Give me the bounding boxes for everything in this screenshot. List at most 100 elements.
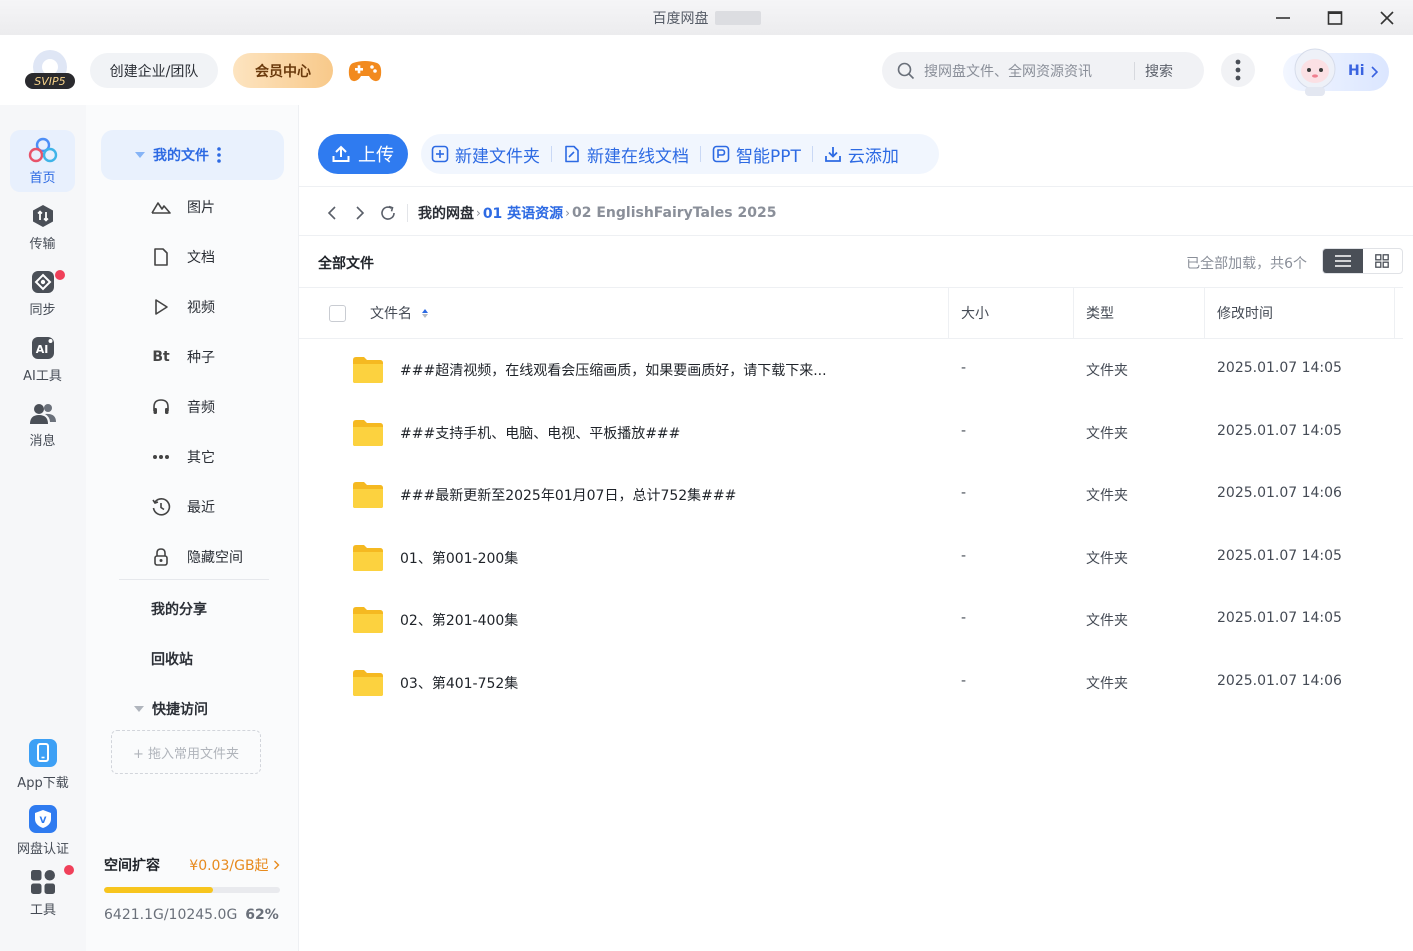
forward-button[interactable] [347,201,373,225]
document-icon [150,246,172,268]
tools-notification-dot [64,865,74,875]
rail-item-verify[interactable]: V 网盘认证 [10,799,76,861]
assistant-avatar [1288,45,1342,97]
table-row[interactable]: ###超清视频，在线观看会压缩画质，如果要画质好，请下载下来... - 文件夹 202… [299,339,1403,401]
column-header-time[interactable]: 修改时间 [1217,288,1273,338]
refresh-button[interactable] [375,201,401,225]
breadcrumb-level1[interactable]: 01 英语资源 [483,203,563,223]
headphones-icon [150,396,172,418]
rail-item-ai-tools[interactable]: AI AI工具 [10,328,75,390]
category-label: 最近 [187,500,215,516]
column-header-type[interactable]: 类型 [1086,288,1114,338]
toolbar-divider-line [299,186,1413,187]
file-name[interactable]: 01、第001-200集 [400,548,518,568]
search-input[interactable] [924,62,1134,79]
minimize-button[interactable] [1257,0,1309,35]
new-folder-icon [431,145,449,163]
back-button[interactable] [319,201,345,225]
history-icon [150,496,172,518]
table-row[interactable]: 03、第401-752集 - 文件夹 2025.01.07 14:06 [299,652,1403,714]
table-row[interactable]: 02、第201-400集 - 文件夹 2025.01.07 14:05 [299,589,1403,651]
close-button[interactable] [1361,0,1413,35]
file-modified-time: 2025.01.07 14:05 [1217,360,1342,376]
column-header-name[interactable]: 文件名 [370,288,428,338]
storage-usage-fill [104,887,214,893]
maximize-icon [1327,10,1343,25]
rail-item-home[interactable]: 首页 [10,130,75,192]
file-name[interactable]: ###最新更新至2025年01月07日，总计752集### [400,485,736,505]
storage-expand-price-link[interactable]: ¥0.03/GB起 [189,855,280,875]
create-enterprise-button[interactable]: 创建企业/团队 [90,53,218,88]
table-row[interactable]: 01、第001-200集 - 文件夹 2025.01.07 14:05 [299,527,1403,589]
new-folder-button[interactable]: 新建文件夹 [431,142,540,167]
sidebar-item-audio[interactable]: 音频 [150,392,215,422]
file-name[interactable]: ###支持手机、电脑、电视、平板播放### [400,423,680,443]
sidebar-item-recycle-bin[interactable]: 回收站 [151,649,193,669]
rail-item-label: 消息 [29,433,56,449]
upload-button[interactable]: 上传 [318,134,408,174]
grid-view-button[interactable] [1363,249,1403,273]
sidebar-item-quick-access[interactable]: 快捷访问 [134,699,208,719]
new-online-doc-button[interactable]: 新建在线文档 [563,142,689,167]
table-row[interactable]: ###支持手机、电脑、电视、平板播放### - 文件夹 2025.01.07 14:0… [299,402,1403,464]
rail-item-app-download[interactable]: App下载 [10,733,76,795]
table-row[interactable]: ###最新更新至2025年01月07日，总计752集### - 文件夹 2025.01… [299,464,1403,526]
toolbar-divider [811,146,813,162]
upload-label: 上传 [358,145,394,166]
file-size: - [961,360,967,376]
file-name[interactable]: 03、第401-752集 [400,673,518,693]
rail-item-sync[interactable]: 同步 [10,262,75,324]
select-all-checkbox[interactable] [329,304,346,322]
svip-avatar-logo[interactable]: SVIP5 [24,49,76,91]
file-sidebar: 我的文件 图片 文档 视频 Bt 种子 音频 其它 最近 隐藏空间 我的分享 回… [86,105,299,951]
app-header: SVIP5 创建企业/团队 会员中心 搜索 Hi [0,35,1413,105]
online-doc-icon [565,145,579,163]
more-menu-button[interactable] [1221,53,1255,87]
category-label: 图片 [187,200,215,216]
breadcrumb-current: 02 EnglishFairyTales 2025 [571,205,777,221]
rail-item-messages[interactable]: 消息 [10,394,75,456]
window-title: 百度网盘 [652,10,709,27]
rail-item-label: App下载 [17,775,69,791]
rail-item-transfer[interactable]: 传输 [10,196,75,258]
folder-icon [352,606,384,634]
sidebar-item-hidden-space[interactable]: 隐藏空间 [150,542,243,572]
storage-percent-text: 62% [245,907,279,923]
list-view-button[interactable] [1323,249,1363,273]
cloud-add-label: 云添加 [847,146,899,167]
storage-usage-bar [104,887,280,893]
list-title: 全部文件 [318,256,374,272]
breadcrumb-separator-icon: › [565,206,570,220]
sidebar-item-torrents[interactable]: Bt 种子 [150,342,215,372]
sidebar-item-videos[interactable]: 视频 [150,292,215,322]
sidebar-item-documents[interactable]: 文档 [150,242,215,272]
game-center-button[interactable] [347,57,383,85]
maximize-button[interactable] [1309,0,1361,35]
file-name[interactable]: ###超清视频，在线观看会压缩画质，如果要画质好，请下载下来... [400,360,827,380]
sidebar-item-pictures[interactable]: 图片 [150,192,215,222]
file-name[interactable]: 02、第201-400集 [400,610,518,630]
vertical-dots-icon[interactable] [217,147,221,163]
sidebar-item-my-share[interactable]: 我的分享 [151,599,207,619]
sidebar-item-recent[interactable]: 最近 [150,492,215,522]
search-divider [1134,61,1135,80]
storage-price-text: ¥0.03/GB起 [189,858,269,874]
vip-center-button[interactable]: 会员中心 [233,53,333,88]
sidebar-item-others[interactable]: 其它 [150,442,215,472]
window-controls [1257,0,1413,35]
folder-icon [352,481,384,509]
storage-panel: 空间扩容 ¥0.03/GB起 6421.1G/10245.0G 62% [104,855,280,923]
cloud-add-button[interactable]: 云添加 [824,142,899,167]
file-type: 文件夹 [1086,488,1128,504]
sidebar-item-my-files[interactable]: 我的文件 [101,130,284,180]
smart-ppt-button[interactable]: 智能PPT [712,142,801,167]
gamepad-icon [348,61,382,82]
column-header-size[interactable]: 大小 [961,288,989,338]
quick-access-drop-zone[interactable]: + 拖入常用文件夹 [111,730,261,774]
action-toolbar: 新建文件夹 新建在线文档 智能PPT 云添加 [421,134,939,174]
breadcrumb-divider [407,204,408,222]
search-button[interactable]: 搜索 [1145,61,1173,81]
list-view-icon [1334,255,1351,267]
svg-text:AI: AI [35,343,48,356]
breadcrumb-root[interactable]: 我的网盘 [418,203,474,223]
